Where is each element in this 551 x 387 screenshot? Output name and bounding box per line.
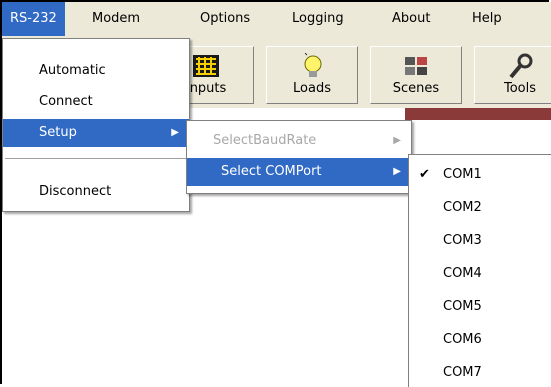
menu-logging[interactable]: Logging (284, 2, 352, 36)
com-port-item-7[interactable]: COM7 (409, 359, 551, 387)
com-port-item-6[interactable]: COM6 (409, 326, 551, 354)
menu-item-connect[interactable]: Connect (3, 88, 189, 116)
com-port-item-2[interactable]: COM2 (409, 194, 551, 222)
tools-button[interactable]: Tools (474, 46, 551, 104)
menu-help[interactable]: Help (464, 2, 510, 36)
menu-rs232[interactable]: RS-232 (2, 2, 65, 36)
submenu-arrow-icon: ▶ (393, 135, 401, 146)
menu-item-setup[interactable]: Setup ▶ (3, 119, 189, 147)
checkmark-icon: ✔ (419, 167, 430, 182)
setup-submenu: SelectBaudRate ▶ Select COMPort ▶ (186, 120, 412, 194)
com-port-item-5[interactable]: COM5 (409, 293, 551, 321)
menu-item-select-baud-rate[interactable]: SelectBaudRate ▶ (187, 127, 411, 155)
submenu-arrow-icon: ▶ (393, 166, 401, 177)
menu-modem[interactable]: Modem (84, 2, 148, 36)
submenu-arrow-icon: ▶ (171, 127, 179, 138)
loads-label: Loads (293, 81, 331, 96)
select-baud-rate-label: SelectBaudRate (213, 133, 317, 148)
com-port-item-4[interactable]: COM4 (409, 260, 551, 288)
menu-item-automatic[interactable]: Automatic (3, 57, 189, 85)
menu-separator (5, 158, 187, 159)
menu-item-setup-label: Setup (39, 125, 77, 140)
menu-about[interactable]: About (384, 2, 438, 36)
com-port-item-3[interactable]: COM3 (409, 227, 551, 255)
scenes-label: Scenes (392, 81, 440, 96)
com-port-item-1[interactable]: ✔ COM1 (409, 161, 551, 189)
comport-submenu: ✔ COM1 COM2 COM3 COM4 COM5 COM6 COM7 (408, 154, 551, 387)
wrench-icon (509, 53, 533, 79)
menubar: RS-232 Modem Options Logging About Help (2, 2, 551, 38)
tools-label: Tools (503, 81, 537, 96)
rs232-menu: Automatic Connect Setup ▶ Disconnect (2, 38, 190, 212)
scenes-button[interactable]: Scenes (370, 46, 462, 104)
menu-item-select-comport[interactable]: Select COMPort ▶ (187, 158, 411, 186)
select-comport-label: Select COMPort (221, 164, 322, 179)
menu-options[interactable]: Options (192, 2, 258, 36)
menu-item-disconnect[interactable]: Disconnect (3, 178, 189, 206)
scenes-icon (405, 57, 427, 75)
bulb-icon (304, 53, 322, 77)
loads-button[interactable]: Loads (266, 46, 358, 104)
status-strip (405, 108, 551, 120)
